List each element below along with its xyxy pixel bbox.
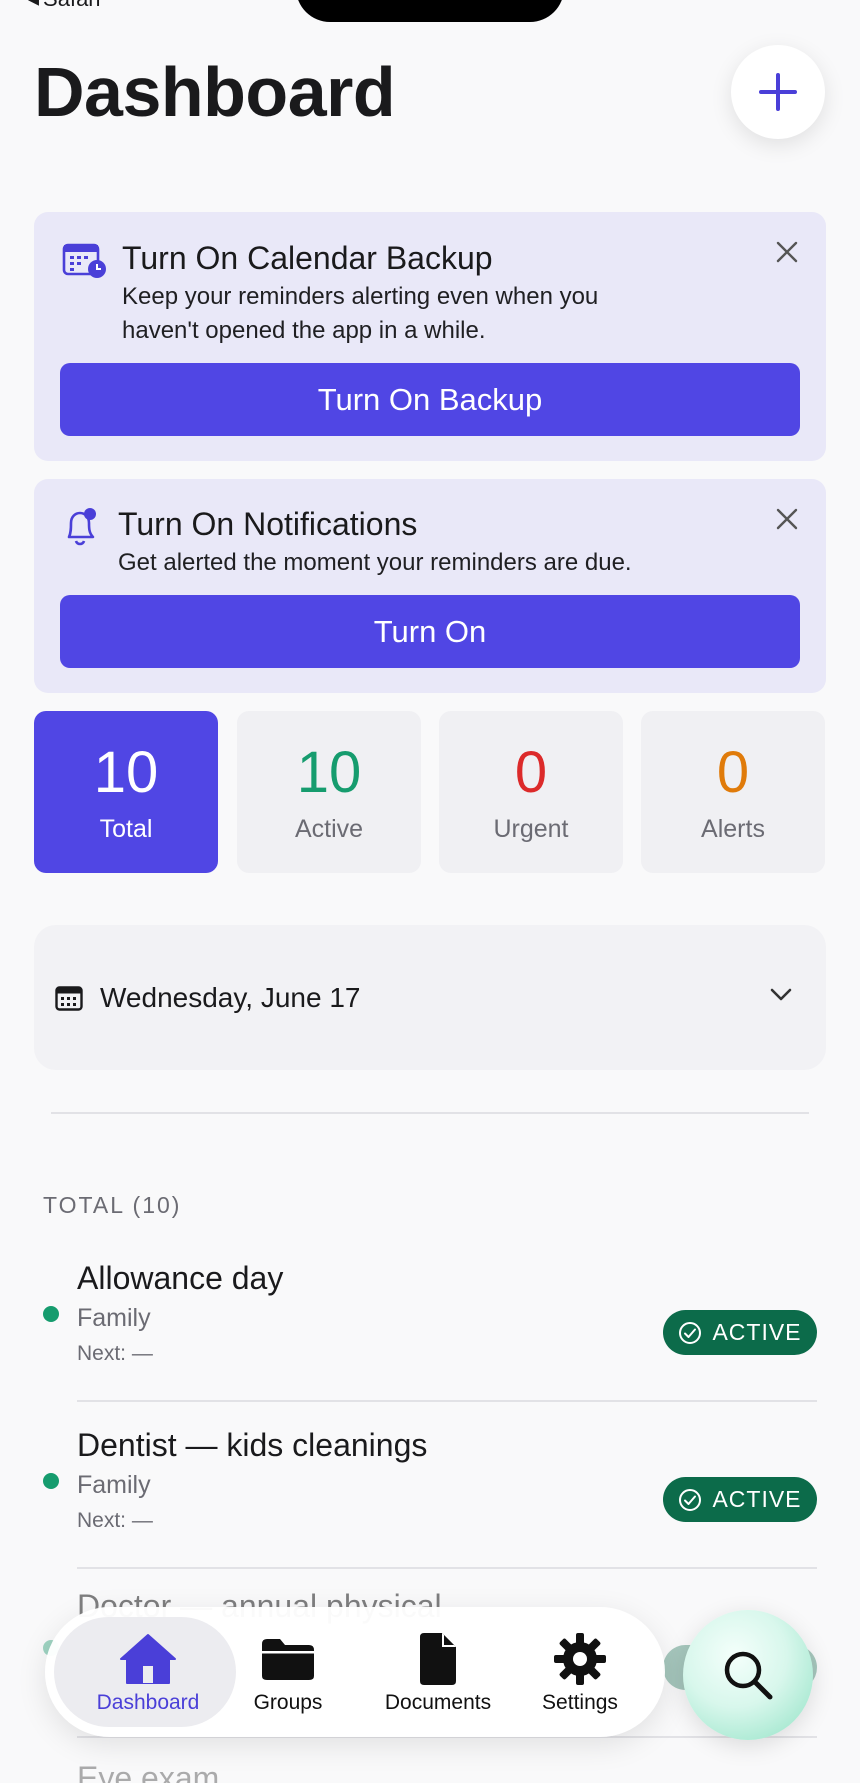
status-dot	[43, 1473, 59, 1489]
tab-settings[interactable]: Settings	[510, 1607, 650, 1737]
document-icon	[420, 1633, 456, 1685]
stat-card-total[interactable]: 10 Total	[34, 711, 218, 873]
bell-icon	[67, 508, 96, 546]
calendar-backup-banner: Turn On Calendar Backup Keep your remind…	[34, 212, 826, 461]
gear-icon	[554, 1633, 606, 1685]
search-icon	[724, 1651, 773, 1700]
back-arrow-icon: ◂	[28, 0, 39, 12]
reminder-group: Family	[77, 1304, 151, 1332]
chevron-down-icon	[770, 988, 792, 1001]
tab-groups[interactable]: Groups	[225, 1607, 351, 1737]
stat-card-alerts[interactable]: 0 Alerts	[641, 711, 825, 873]
notifications-banner: Turn On Notifications Get alerted the mo…	[34, 479, 826, 693]
tab-label: Settings	[542, 1691, 618, 1714]
dynamic-island	[296, 0, 564, 22]
status-badge: ACTIVE	[663, 1310, 817, 1355]
stat-card-urgent[interactable]: 0 Urgent	[439, 711, 623, 873]
add-reminder-button[interactable]	[731, 45, 825, 139]
calendar-icon	[55, 986, 83, 1011]
tab-dashboard[interactable]: Dashboard	[73, 1607, 223, 1737]
row-separator	[77, 1400, 817, 1402]
back-label: Safari	[43, 0, 100, 12]
stat-value: 10	[93, 740, 159, 805]
reminder-title-partial: Eye exam	[77, 1760, 220, 1783]
turn-on-notifications-button[interactable]: Turn On	[60, 595, 800, 668]
tab-label: Groups	[253, 1691, 323, 1714]
reminder-group: Family	[77, 1471, 151, 1499]
notifications-title: Turn On Notifications	[118, 506, 418, 542]
tab-documents[interactable]: Documents	[363, 1607, 513, 1737]
turn-on-backup-button[interactable]: Turn On Backup	[60, 363, 800, 436]
stat-label: Total	[99, 815, 153, 843]
section-header: TOTAL (10)	[43, 1192, 182, 1218]
reminder-title: Allowance day	[77, 1260, 284, 1296]
reminder-row[interactable]: Allowance day Family Next: — ACTIVE	[0, 1260, 860, 1420]
plus-icon	[759, 73, 797, 111]
reminder-next: Next: —	[77, 1509, 153, 1532]
row-separator	[77, 1567, 817, 1569]
notifications-description: Get alerted the moment your reminders ar…	[118, 549, 632, 576]
page-title: Dashboard	[34, 53, 396, 131]
calendar-clock-icon	[62, 243, 106, 278]
stat-value: 0	[514, 740, 548, 805]
reminder-row[interactable]: Dentist — kids cleanings Family Next: — …	[0, 1427, 860, 1587]
stat-card-active[interactable]: 10 Active	[237, 711, 421, 873]
tab-label: Dashboard	[96, 1691, 200, 1714]
back-to-safari-link[interactable]: ◂ Safari	[28, 0, 101, 12]
stat-label: Urgent	[493, 815, 569, 843]
close-icon[interactable]	[772, 237, 802, 267]
tab-label: Documents	[384, 1691, 492, 1714]
house-icon	[120, 1634, 176, 1684]
status-dot	[43, 1306, 59, 1322]
status-badge: ACTIVE	[663, 1477, 817, 1522]
search-button[interactable]	[683, 1610, 813, 1740]
selected-date: Wednesday, June 17	[100, 982, 361, 1013]
stat-label: Active	[294, 815, 364, 843]
check-circle-icon	[679, 1488, 702, 1511]
folder-icon	[262, 1639, 314, 1680]
check-circle-icon	[679, 1321, 702, 1344]
calendar-backup-title: Turn On Calendar Backup	[122, 240, 493, 276]
reminder-next: Next: —	[77, 1342, 153, 1365]
stat-label: Alerts	[701, 815, 765, 843]
stat-value: 0	[716, 740, 750, 805]
calendar-backup-description: Keep your reminders alerting even when y…	[122, 283, 599, 344]
stat-value: 10	[296, 740, 362, 805]
tab-bar: Dashboard Groups Documents Settings	[45, 1607, 665, 1737]
close-icon[interactable]	[772, 504, 802, 534]
reminder-title: Dentist — kids cleanings	[77, 1427, 428, 1463]
date-picker[interactable]: Wednesday, June 17	[34, 925, 826, 1070]
divider	[51, 1112, 809, 1114]
